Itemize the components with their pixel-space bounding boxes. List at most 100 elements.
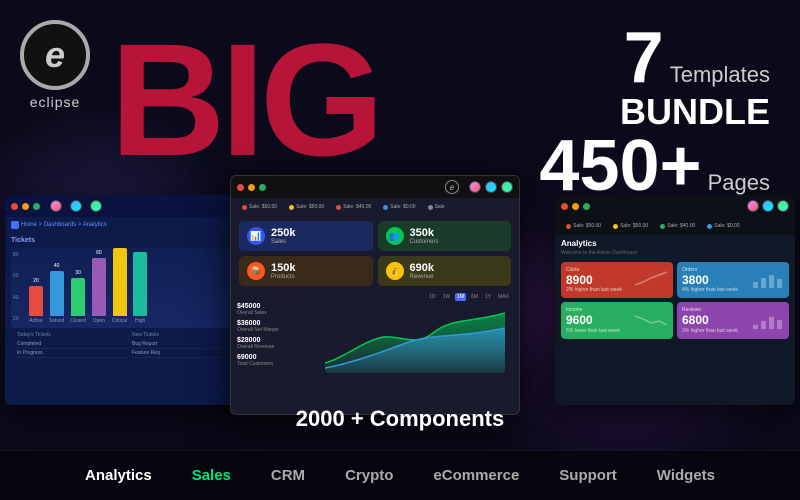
ticket-new-2: Feature Req bbox=[132, 349, 243, 358]
tickets-title: Tickets bbox=[11, 237, 249, 244]
avatar-3 bbox=[90, 200, 102, 212]
ticket-in-progress: In Progress bbox=[17, 349, 128, 358]
window-dot-yellow bbox=[22, 203, 29, 210]
dash-right-content: Analytics Welcome to the Admin Dashboard… bbox=[555, 235, 795, 343]
tickets-chart: 80 60 40 20 20 Active 40 Solved bbox=[11, 248, 249, 328]
analytics-subtitle: Welcome to the Admin Dashboard bbox=[561, 250, 789, 256]
right-badge-1: Sale: $50.00 bbox=[563, 221, 604, 231]
brand-name: eclipse bbox=[30, 94, 81, 110]
right-badge-3: Sale: $40.00 bbox=[657, 221, 698, 231]
center-avatar-1 bbox=[469, 181, 481, 193]
dashboard-right: Sale: $50.00 Sale: $50.00 Sale: $40.00 S… bbox=[555, 195, 795, 405]
time-6m[interactable]: 6M bbox=[469, 293, 480, 301]
templates-label: Templates bbox=[670, 62, 770, 88]
stat-clicks: Clicks 8900 2% higher than last week bbox=[561, 262, 673, 298]
bar-closed: 30 Closed bbox=[70, 270, 86, 324]
ticket-completed: Completed bbox=[17, 340, 128, 349]
today-tickets-col: Today's Tickets Completed In Progress bbox=[17, 332, 128, 358]
dashboards-container: Home > Dashboards > Analytics Tickets 80… bbox=[0, 175, 800, 435]
stat-income: Income 9600 5% lower than last week bbox=[561, 302, 673, 338]
stat-badge-4: Sale: $0.00 bbox=[380, 202, 418, 212]
card-revenue: 💰 690k Revenue bbox=[378, 256, 512, 286]
avatar-1 bbox=[50, 200, 62, 212]
logo-circle: e bbox=[20, 20, 90, 90]
center-chart-row: $45000 Overall Sales $36000 Overall Net … bbox=[231, 303, 519, 373]
center-area-chart bbox=[325, 303, 505, 373]
stat-badge-2: Sale: $50.00 bbox=[286, 202, 327, 212]
new-tickets-col: New Tickets Bug Report Feature Req bbox=[132, 332, 243, 358]
revenue-info: 690k Revenue bbox=[410, 262, 434, 280]
clicks-mini-chart bbox=[635, 270, 670, 295]
logo-letter: e bbox=[45, 34, 65, 76]
right-badge-4: Sale: $0.00 bbox=[704, 221, 742, 231]
right-badge-2: Sale: $50.00 bbox=[610, 221, 651, 231]
pages-count: 450+ bbox=[539, 130, 701, 202]
chart-labels-left: $45000 Overall Sales $36000 Overall Net … bbox=[237, 303, 317, 373]
tickets-bottom: Today's Tickets Completed In Progress Ne… bbox=[11, 332, 249, 358]
window-dot-red bbox=[11, 203, 18, 210]
dash-left-header bbox=[5, 195, 255, 217]
nav-analytics[interactable]: Analytics bbox=[85, 467, 152, 484]
bundle-label: BUNDLE bbox=[539, 94, 770, 130]
window-dot-green bbox=[33, 203, 40, 210]
time-max[interactable]: MAX bbox=[496, 293, 511, 301]
time-1d[interactable]: 1D bbox=[427, 293, 437, 301]
time-1w[interactable]: 1W bbox=[441, 293, 453, 301]
chart-label-28: $28000 Overall Revenue bbox=[237, 337, 317, 350]
bar-critical: 80 Critical bbox=[112, 248, 127, 324]
stat-badge-1: Sale: $50.00 bbox=[239, 202, 280, 212]
chart-label-45: $45000 Overall Sales bbox=[237, 303, 317, 316]
nav-sales[interactable]: Sales bbox=[192, 467, 231, 484]
center-avatar-2 bbox=[485, 181, 497, 193]
center-logo: e bbox=[445, 180, 459, 194]
nav-crm[interactable]: CRM bbox=[271, 467, 305, 484]
bar-high: 71 High bbox=[133, 248, 147, 324]
brand-logo: e eclipse bbox=[20, 20, 90, 110]
customers-info: 350k Customers bbox=[410, 227, 439, 245]
nav-crypto[interactable]: Crypto bbox=[345, 467, 393, 484]
sales-icon: 📊 bbox=[247, 227, 265, 245]
hero-big-text: BIG bbox=[110, 20, 379, 180]
nav-icon bbox=[11, 221, 19, 229]
sales-info: 250k Sales bbox=[271, 227, 295, 245]
card-products: 📦 150k Products bbox=[239, 256, 373, 286]
avatar-2 bbox=[70, 200, 82, 212]
center-avatar-3 bbox=[501, 181, 513, 193]
time-1m[interactable]: 1M bbox=[455, 293, 466, 301]
chart-label-36: $36000 Overall Net Margin bbox=[237, 320, 317, 333]
stat-badge-3: Sale: $40.00 bbox=[333, 202, 374, 212]
breadcrumb: Home > Dashboards > Analytics bbox=[21, 222, 107, 228]
bundle-count: 7 bbox=[624, 22, 664, 94]
bar-solved: 40 Solved bbox=[49, 263, 64, 324]
right-avatar-3 bbox=[777, 200, 789, 212]
card-sales: 📊 250k Sales bbox=[239, 221, 373, 251]
dashboard-left: Home > Dashboards > Analytics Tickets 80… bbox=[5, 195, 255, 405]
nav-widgets[interactable]: Widgets bbox=[657, 467, 715, 484]
card-customers: 👥 350k Customers bbox=[378, 221, 512, 251]
bundle-info: 7 Templates BUNDLE 450+ Pages bbox=[539, 22, 770, 202]
pages-label: Pages bbox=[708, 170, 770, 196]
center-logo-letter: e bbox=[450, 183, 454, 192]
right-stats-bar: Sale: $50.00 Sale: $50.00 Sale: $40.00 S… bbox=[555, 217, 795, 235]
dash-left-content: Tickets 80 60 40 20 20 Active bbox=[5, 233, 255, 362]
center-dot-red bbox=[237, 184, 244, 191]
nav-support[interactable]: Support bbox=[559, 467, 617, 484]
analytics-title: Analytics bbox=[561, 239, 789, 248]
stat-orders: Orders 3800 4% higher than last week bbox=[677, 262, 789, 298]
orders-mini-chart bbox=[751, 270, 786, 295]
nav-ecommerce[interactable]: eCommerce bbox=[433, 467, 519, 484]
dash-left-nav: Home > Dashboards > Analytics bbox=[5, 217, 255, 233]
time-1y[interactable]: 1Y bbox=[483, 293, 493, 301]
reviews-mini-chart bbox=[751, 311, 786, 336]
products-icon: 📦 bbox=[247, 262, 265, 280]
revenue-icon: 💰 bbox=[386, 262, 404, 280]
stat-badge-5: Sale bbox=[425, 202, 448, 212]
center-stats-bar: Sale: $50.00 Sale: $50.00 Sale: $40.00 S… bbox=[231, 198, 519, 216]
components-label: 2000 + Components bbox=[296, 406, 504, 432]
products-info: 150k Products bbox=[271, 262, 295, 280]
bar-open: 60 Open bbox=[92, 250, 106, 324]
analytics-grid: Clicks 8900 2% higher than last week Ord… bbox=[561, 262, 789, 339]
customers-icon: 👥 bbox=[386, 227, 404, 245]
center-cards-grid: 📊 250k Sales 👥 350k Customers 📦 150k Pro… bbox=[231, 216, 519, 291]
bottom-navigation: Analytics Sales CRM Crypto eCommerce Sup… bbox=[0, 450, 800, 500]
